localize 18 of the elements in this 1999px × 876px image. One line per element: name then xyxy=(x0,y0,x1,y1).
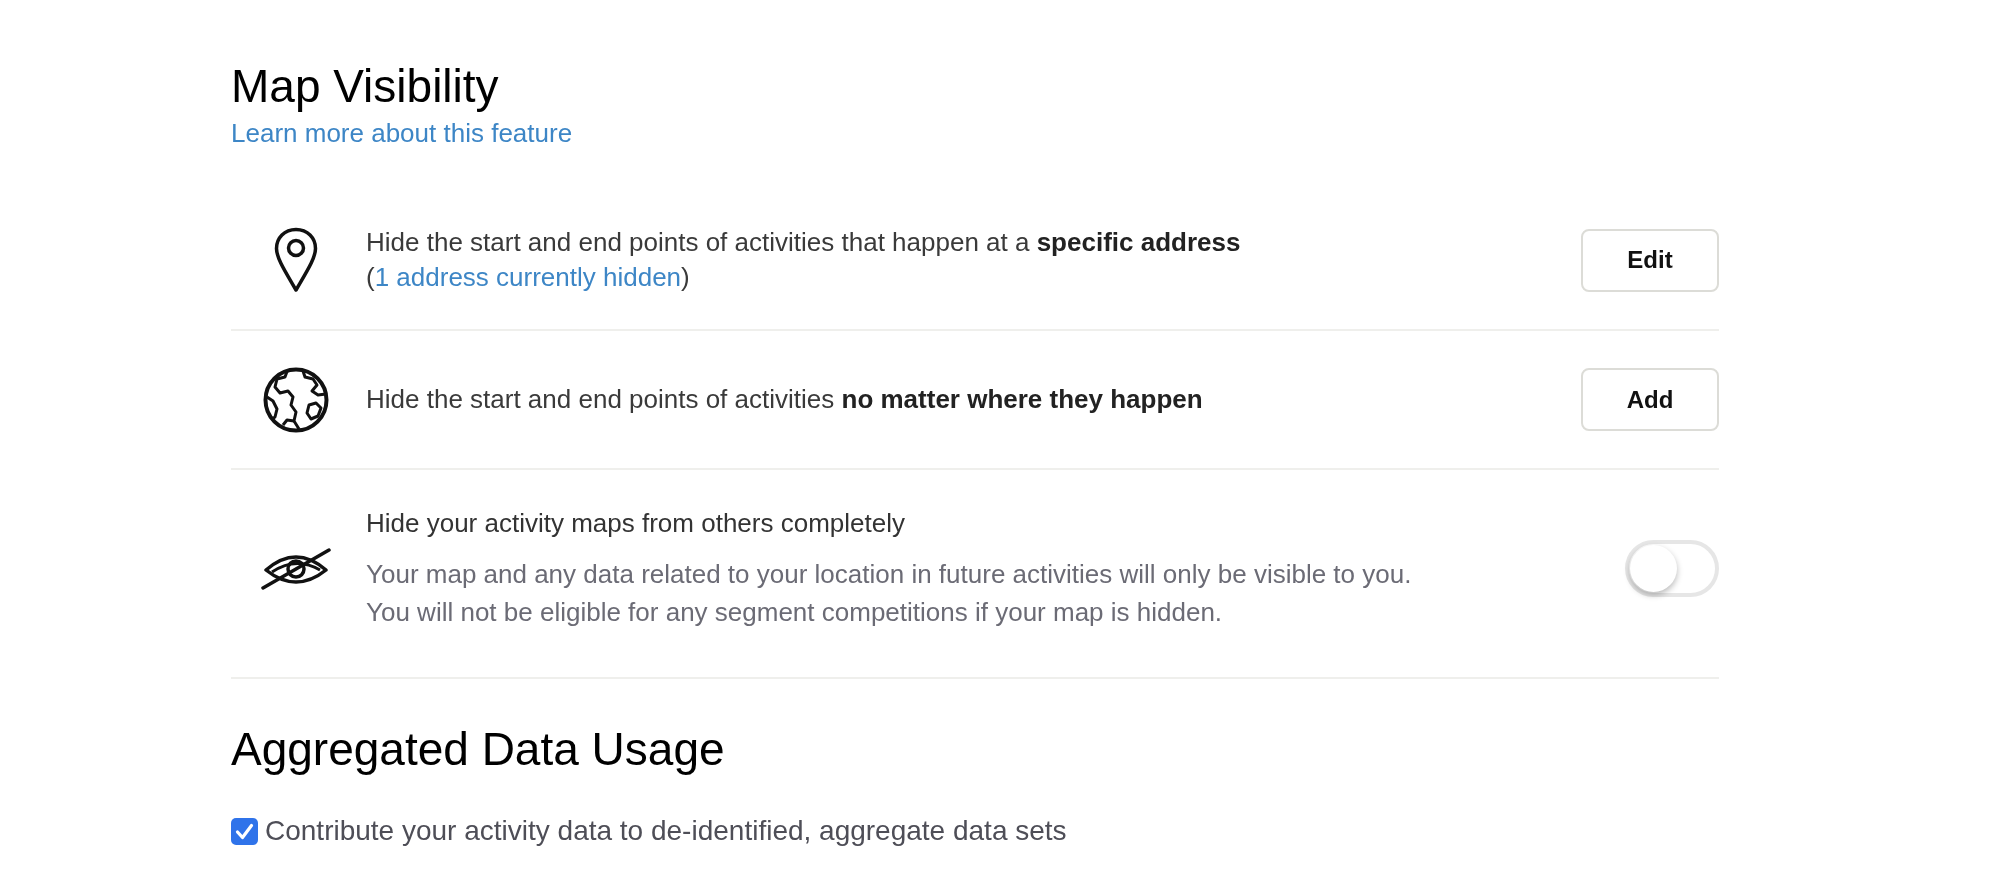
option-text: Hide the start and end points of activities that happen at a specific address xyxy=(366,226,1241,259)
option-description: You will not be eligible for any segment competitions if your map is hidden. xyxy=(366,596,1223,629)
toggle-switch[interactable] xyxy=(1625,540,1719,597)
hidden-address-note: (1 address currently hidden) xyxy=(366,261,690,294)
action-button[interactable]: Edit xyxy=(1581,228,1719,292)
option-text: Hide the start and end points of activities no matter where they happen xyxy=(366,383,1203,416)
checkbox[interactable] xyxy=(231,817,258,845)
option-title: Hide your activity maps from others completely xyxy=(366,507,905,540)
action-button[interactable]: Add xyxy=(1581,368,1719,431)
hidden-addresses-link[interactable]: 1 address currently hidden xyxy=(374,262,682,292)
eye-slash-icon xyxy=(261,547,331,590)
checkbox-label: Contribute your activity data to de-identified, aggregate data sets xyxy=(265,814,1067,848)
learn-more-link[interactable]: Learn more about this feature xyxy=(231,118,573,149)
map-pin-icon xyxy=(274,227,318,293)
globe-icon xyxy=(263,366,329,433)
section-title: Aggregated Data Usage xyxy=(231,722,725,777)
section-title: Map Visibility xyxy=(231,59,499,114)
option-description: Your map and any data related to your location in future activities will only be visible to you. xyxy=(366,558,1412,591)
